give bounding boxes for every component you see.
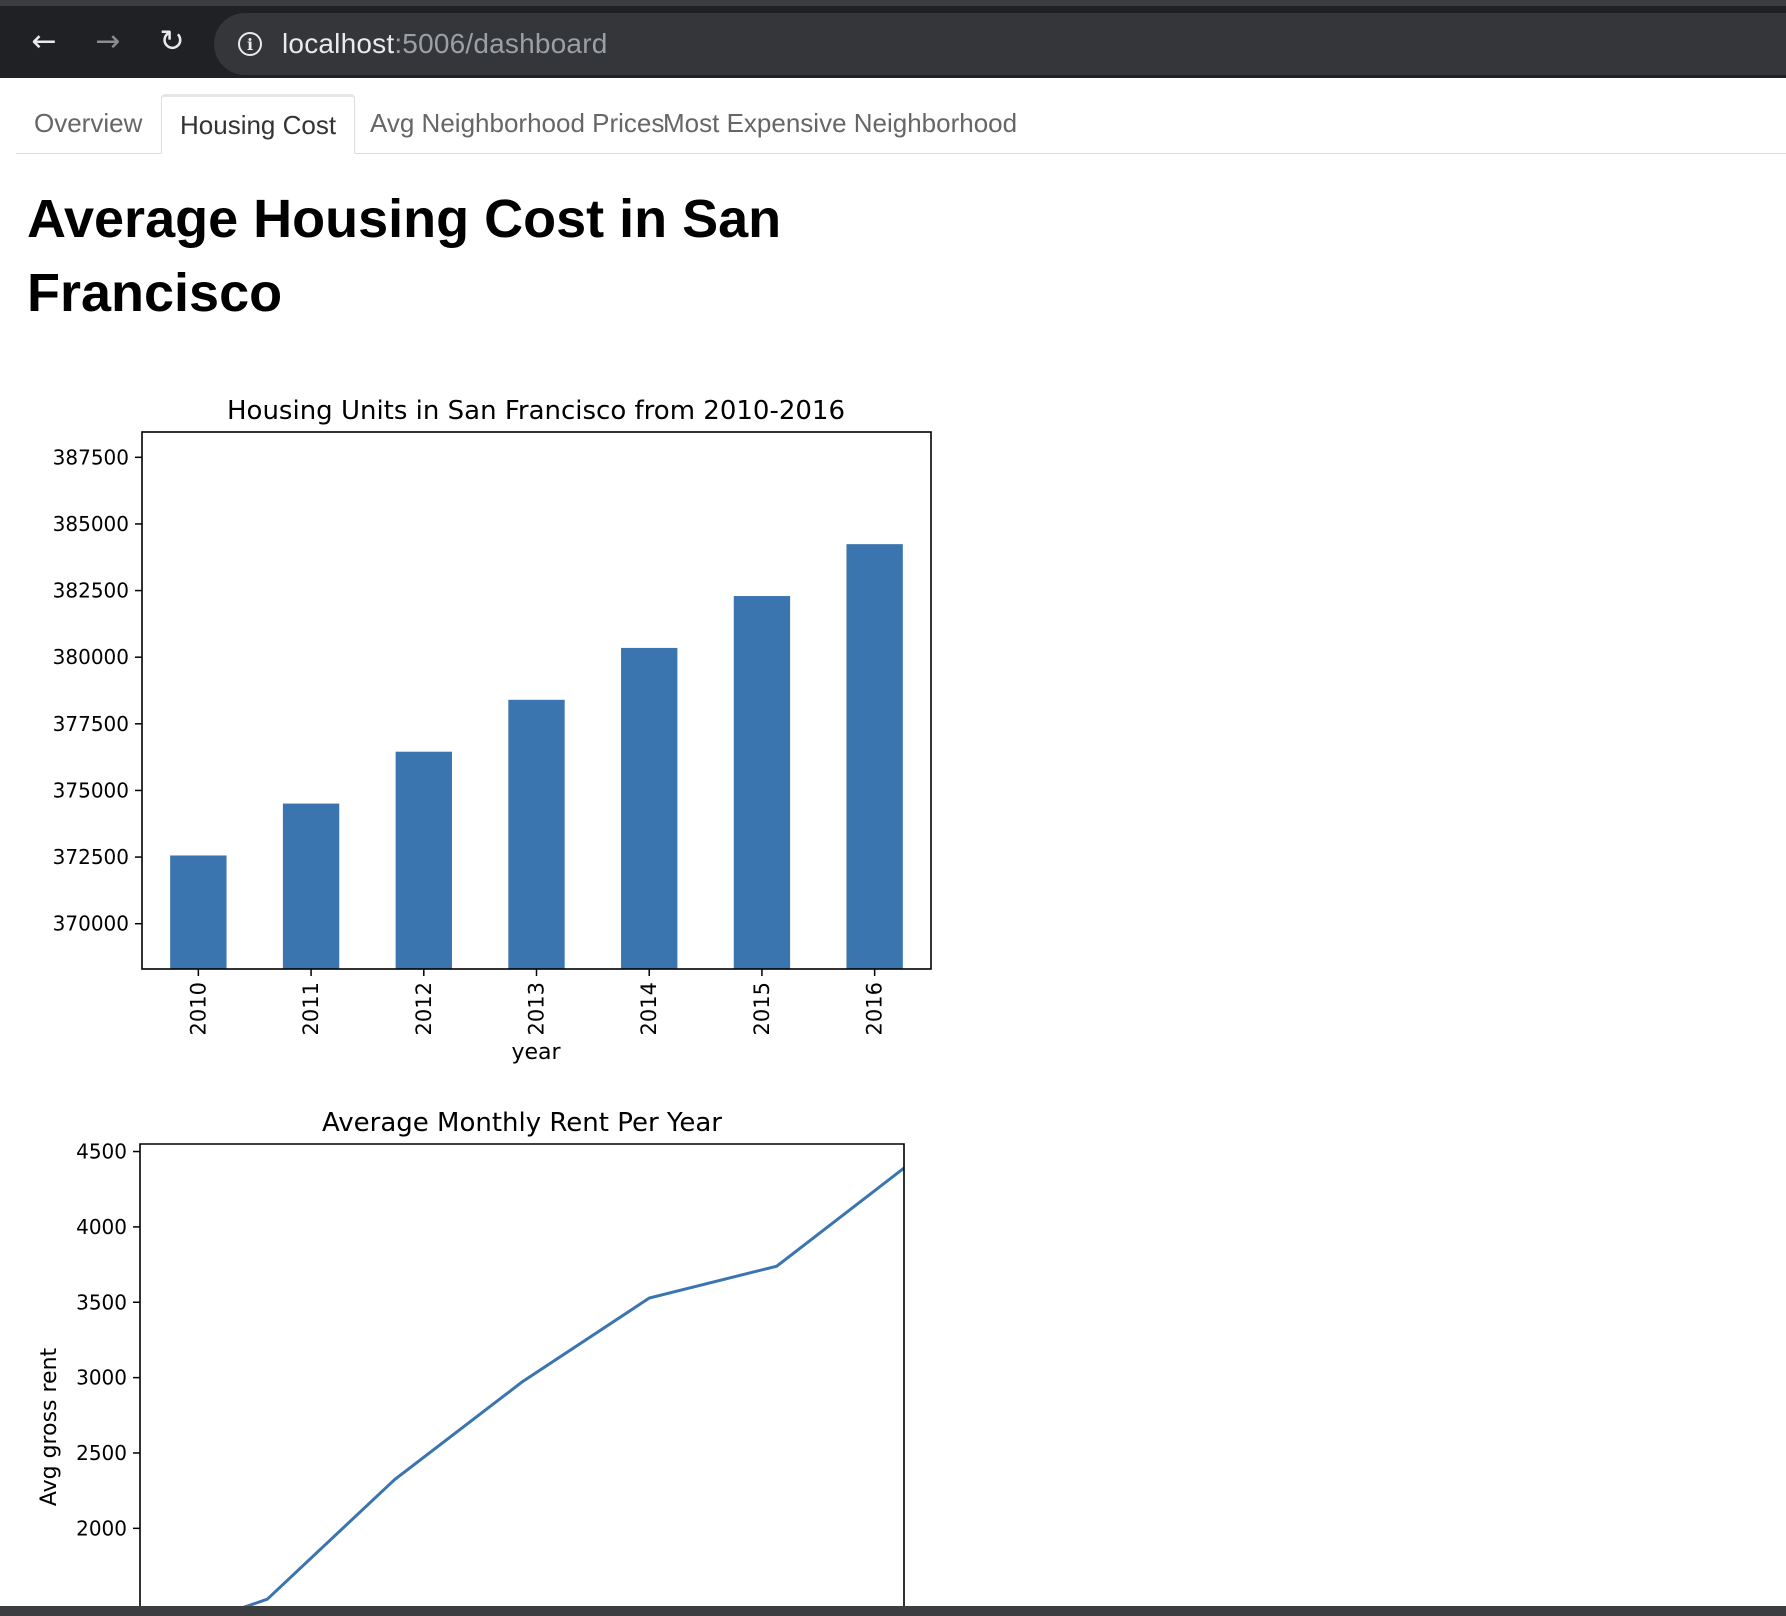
- reload-icon[interactable]: ↻: [150, 20, 194, 64]
- site-info-icon[interactable]: i: [238, 32, 262, 56]
- y-tick-label: 377500: [53, 712, 129, 736]
- window-bottom-edge: [0, 1606, 1786, 1616]
- y-tick-label: 382500: [53, 579, 129, 603]
- y-tick-label: 2000: [76, 1516, 127, 1540]
- url-text[interactable]: localhost:5006/dashboard: [282, 28, 608, 60]
- line-chart-frame: [139, 1143, 905, 1606]
- bar: [170, 855, 227, 969]
- avg-monthly-rent-line-chart: Average Monthly Rent Per Year 2000 2500 30…: [37, 1108, 905, 1606]
- x-tick-label: 2015: [750, 982, 774, 1035]
- x-tick-label: 2012: [412, 982, 436, 1035]
- x-tick-label: 2016: [863, 982, 887, 1035]
- y-tick-label: 3000: [76, 1366, 127, 1390]
- tab-most-expensive-neighborhood[interactable]: Most Expensive Neighborhood: [645, 94, 1035, 153]
- x-tick-label: 2014: [637, 982, 661, 1035]
- series-line: [242, 1166, 904, 1606]
- x-tick-label: 2011: [299, 982, 323, 1035]
- bar: [846, 544, 903, 969]
- bar: [395, 751, 452, 969]
- line-chart-title: Average Monthly Rent Per Year: [322, 1108, 722, 1138]
- url-path: :5006/dashboard: [394, 28, 608, 59]
- bar: [733, 596, 791, 969]
- y-tick-label: 4000: [76, 1215, 127, 1239]
- x-tick-label: 2010: [186, 982, 210, 1035]
- bar: [621, 647, 678, 969]
- bar: [508, 699, 565, 969]
- dashboard-tabs: Overview Housing Cost Avg Neighborhood P…: [16, 94, 1786, 154]
- tab-overview[interactable]: Overview: [16, 94, 160, 153]
- y-tick-label: 385000: [53, 512, 129, 536]
- y-tick-label: 387500: [53, 445, 129, 469]
- forward-arrow-icon[interactable]: →: [86, 20, 130, 64]
- housing-units-bar-chart: Housing Units in San Francisco from 2010…: [53, 396, 932, 1065]
- address-bar[interactable]: i localhost:5006/dashboard: [214, 13, 1786, 75]
- y-tick-label: 380000: [53, 645, 129, 669]
- line-chart-ylabel: Avg gross rent: [37, 1347, 62, 1506]
- x-tick-label: 2013: [525, 982, 549, 1035]
- tab-avg-neighborhood-prices[interactable]: Avg Neighborhood Prices: [352, 94, 682, 153]
- y-tick-label: 4500: [76, 1140, 127, 1164]
- y-tick-label: 370000: [53, 912, 129, 936]
- bar-chart-title: Housing Units in San Francisco from 2010…: [227, 396, 845, 426]
- back-arrow-icon[interactable]: ←: [22, 20, 66, 64]
- y-tick-label: 2500: [76, 1441, 127, 1465]
- y-tick-label: 375000: [53, 778, 129, 802]
- bar: [282, 803, 340, 969]
- page-title: Average Housing Cost in San Francisco: [27, 189, 782, 323]
- bar-chart-xlabel: year: [511, 1040, 561, 1065]
- browser-toolbar: ← → ↻ i localhost:5006/dashboard: [0, 0, 1786, 78]
- y-tick-label: 3500: [76, 1290, 127, 1314]
- y-tick-label: 372500: [53, 845, 129, 869]
- tab-housing-cost[interactable]: Housing Cost: [161, 94, 356, 154]
- url-host: localhost: [282, 28, 395, 59]
